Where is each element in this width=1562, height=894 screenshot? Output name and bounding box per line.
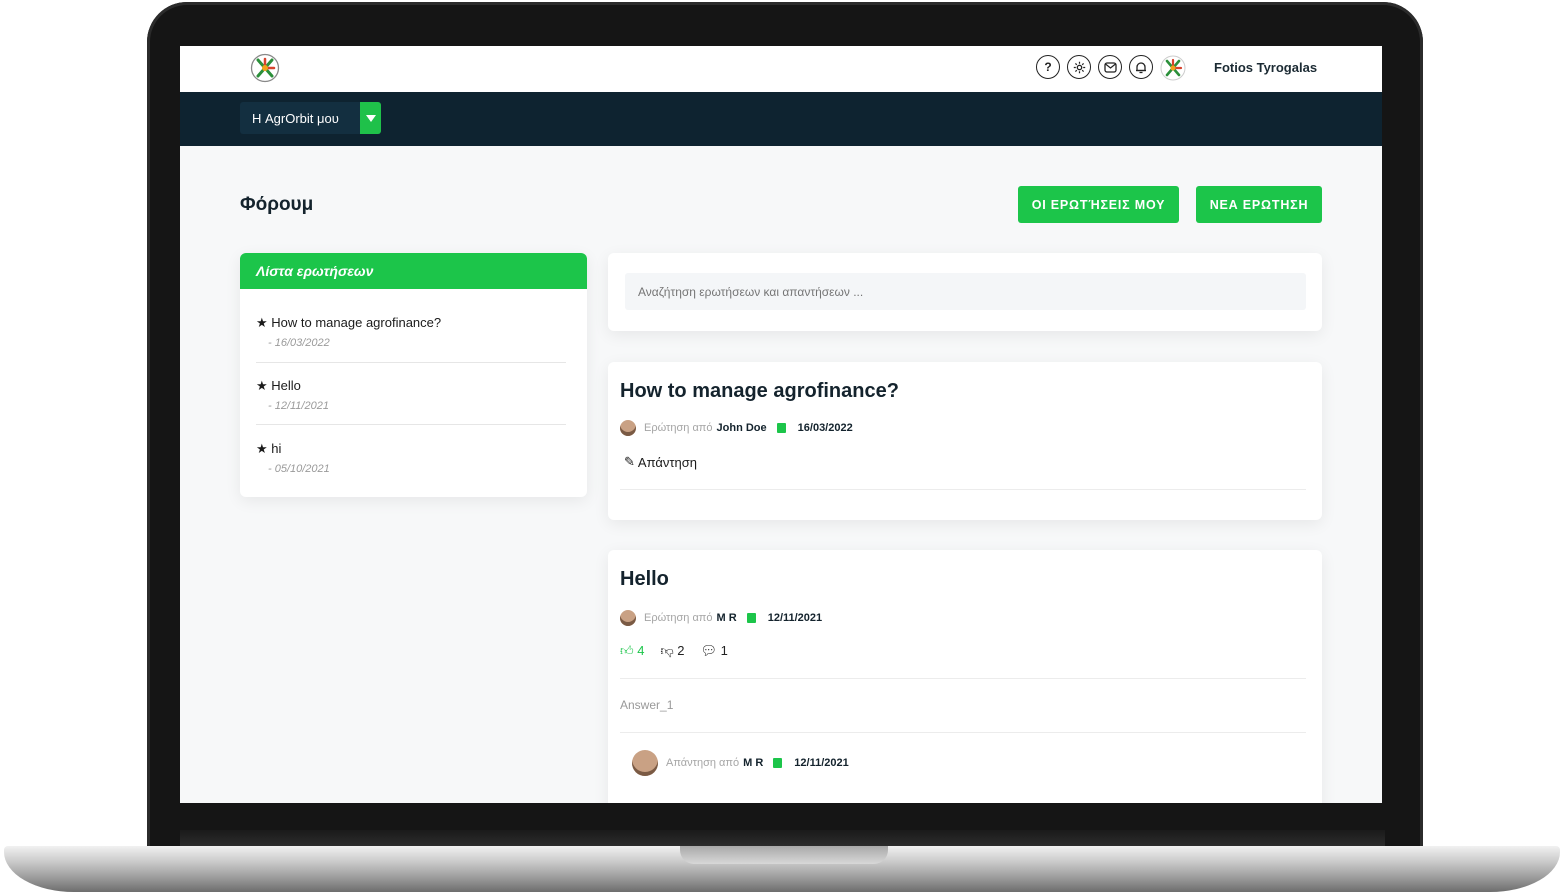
star-icon: ★: [256, 441, 268, 456]
my-questions-button[interactable]: ΟΙ ΕΡΩΤΉΣΕΙΣ ΜΟΥ: [1018, 186, 1179, 223]
question-title[interactable]: hi: [271, 441, 281, 456]
agrorbit-logo[interactable]: [250, 53, 280, 83]
divider: [256, 362, 566, 363]
post-meta: Ερώτηση από John Doe 16/03/2022: [620, 420, 853, 436]
like-button[interactable]: 👍︎ 4: [620, 643, 644, 659]
top-icons: ?: [1036, 55, 1186, 81]
star-icon: ★: [256, 378, 268, 393]
post-author: M R: [716, 612, 737, 624]
chevron-down-icon[interactable]: [360, 102, 381, 134]
question-title[interactable]: How to manage agrofinance?: [271, 315, 441, 330]
search-card: [608, 253, 1322, 331]
divider: [620, 489, 1306, 490]
post-title[interactable]: How to manage agrofinance?: [620, 380, 899, 403]
divider: [256, 424, 566, 425]
page-title: Φόρουμ: [240, 194, 314, 215]
calendar-icon: [746, 613, 756, 623]
asked-by-label: Ερώτηση από: [644, 422, 713, 434]
edit-icon: ✎: [624, 454, 635, 469]
post-votes: 👍︎ 4 👎︎ 2 💬︎ 1: [620, 643, 728, 659]
main-navbar: Η AgrOrbit μου: [180, 92, 1382, 146]
question-date: - 16/03/2022: [268, 337, 330, 349]
reply-label: Απάντηση: [637, 454, 697, 470]
messages-icon[interactable]: [1098, 55, 1122, 79]
post-author: John Doe: [716, 422, 767, 434]
avatar: [620, 610, 636, 626]
divider: [620, 732, 1306, 733]
my-agrorbit-menu[interactable]: Η AgrOrbit μου: [240, 102, 381, 134]
post-date: 12/11/2021: [767, 612, 823, 624]
menu-label: Η AgrOrbit μου: [252, 110, 339, 126]
top-bar: ? Fotios Tyrogalas: [180, 46, 1382, 92]
help-icon[interactable]: ?: [1036, 55, 1060, 79]
answered-by-label: Απάντηση από: [666, 757, 740, 769]
post-card: How to manage agrofinance? Ερώτηση από J…: [608, 362, 1322, 520]
user-avatar[interactable]: [1160, 55, 1186, 81]
laptop-notch: [680, 846, 888, 864]
reply-button[interactable]: ✎ Απάντηση: [624, 454, 697, 470]
list-item[interactable]: ★ Hello - 12/11/2021: [256, 378, 566, 412]
laptop-hinge: [180, 830, 1385, 846]
list-item[interactable]: ★ How to manage agrofinance? - 16/03/202…: [256, 315, 566, 349]
answer-date: 12/11/2021: [794, 757, 849, 769]
settings-icon[interactable]: [1067, 55, 1091, 79]
comment-icon: 💬︎: [700, 643, 718, 658]
answer-text: Answer_1: [620, 698, 674, 712]
avatar: [620, 420, 636, 436]
post-meta: Ερώτηση από M R 12/11/2021: [620, 610, 822, 626]
thumbs-up-icon: 👍︎: [620, 643, 634, 658]
list-item[interactable]: ★ hi - 05/10/2021: [256, 441, 566, 475]
new-question-button[interactable]: ΝΕΑ ΕΡΩΤΗΣΗ: [1196, 186, 1322, 223]
divider: [620, 678, 1306, 679]
avatar: [632, 750, 658, 776]
question-list-card: Λίστα ερωτήσεων ★ How to manage agrofina…: [240, 253, 587, 497]
thumbs-down-icon: 👎︎: [660, 643, 674, 658]
question-date: - 05/10/2021: [268, 463, 330, 475]
asked-by-label: Ερώτηση από: [644, 612, 713, 624]
user-name[interactable]: Fotios Tyrogalas: [1214, 60, 1317, 75]
answer-author: M R: [743, 757, 764, 769]
calendar-icon: [773, 758, 783, 768]
app-screen: ? Fotios Tyrogalas Η AgrOrbit μου Φόρουμ…: [180, 46, 1382, 803]
post-card: Hello Ερώτηση από M R 12/11/2021 👍︎ 4 👎︎…: [608, 550, 1322, 803]
comments-button[interactable]: 💬︎ 1: [701, 643, 728, 659]
post-title[interactable]: Hello: [620, 568, 669, 591]
search-input[interactable]: [625, 273, 1306, 310]
question-list-heading: Λίστα ερωτήσεων: [240, 253, 587, 289]
notifications-icon[interactable]: [1129, 55, 1153, 79]
answer-meta: Απάντηση από M R 12/11/2021: [632, 750, 849, 776]
dislike-button[interactable]: 👎︎ 2: [660, 643, 684, 659]
post-date: 16/03/2022: [797, 422, 853, 434]
question-title[interactable]: Hello: [271, 378, 301, 393]
question-date: - 12/11/2021: [268, 400, 329, 412]
star-icon: ★: [256, 315, 268, 330]
calendar-icon: [776, 423, 786, 433]
